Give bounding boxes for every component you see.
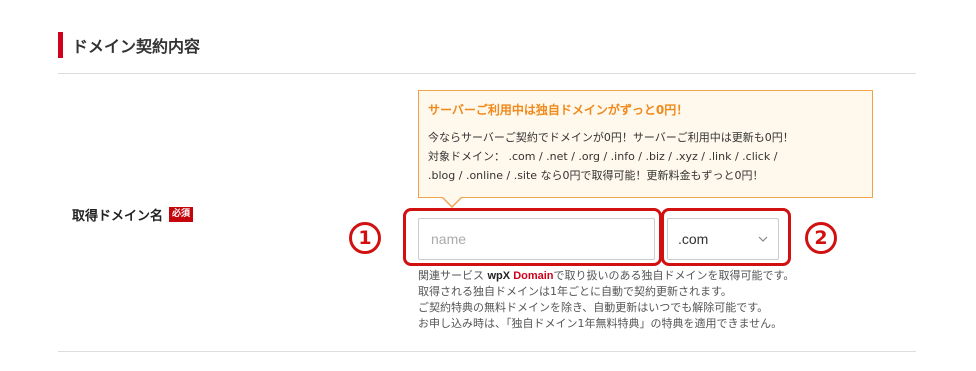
help-line-1-prefix: 関連サービス — [418, 269, 484, 282]
help-line-1-suffix: で取り扱いのある独自ドメインを取得可能です。 — [553, 269, 795, 282]
section-header: ドメイン契約内容 — [58, 32, 200, 58]
domain-name-input[interactable] — [418, 218, 655, 260]
section-accent-bar — [58, 32, 63, 58]
section-title: ドメイン契約内容 — [72, 37, 201, 56]
bottom-divider — [58, 351, 916, 352]
help-line-4: お申し込み時は、「独自ドメイン1年無料特典」の特典を適用できません。 — [418, 317, 783, 330]
help-text: 関連サービス wpX Domainで取り扱いのある独自ドメインを取得可能です。 … — [418, 268, 888, 332]
field-label-text: 取得ドメイン名 — [72, 209, 164, 224]
help-line-3: ご契約特典の無料ドメインを除き、自動更新はいつでも解除可能です。 — [418, 301, 769, 314]
domain-contract-form: ドメイン契約内容 取得ドメイン名 必須 サーバーご利用中は独自ドメインがずっと0… — [0, 0, 976, 371]
tooltip-line-1: 今ならサーバーご契約でドメインが0円！サーバーご利用中は更新も0円！ — [428, 131, 794, 144]
annotation-marker-1: 1 — [349, 222, 381, 254]
wpx-domain-logo: wpX Domain — [488, 270, 554, 282]
tooltip-title: サーバーご利用中は独自ドメインがずっと0円！ — [428, 103, 689, 117]
top-divider — [58, 73, 916, 74]
tooltip-line-3: .blog / .online / .site なら0円で取得可能！更新料金もず… — [428, 169, 764, 182]
chevron-down-icon — [758, 236, 768, 242]
help-line-2: 取得される独自ドメインは1年ごとに自動で契約更新されます。 — [418, 285, 732, 298]
tooltip-tail-fill — [442, 196, 462, 206]
wpx-logo-text: wpX — [487, 270, 511, 282]
required-badge: 必須 — [169, 207, 194, 222]
promo-tooltip: サーバーご利用中は独自ドメインがずっと0円！ 今ならサーバーご契約でドメインが0… — [418, 90, 873, 208]
tooltip-line-2: 対象ドメイン： .com / .net / .org / .info / .bi… — [428, 150, 778, 163]
tld-selected-value: .com — [678, 231, 709, 247]
field-label: 取得ドメイン名 必須 — [72, 205, 194, 224]
domain-logo-text: Domain — [513, 270, 554, 282]
tld-select[interactable]: .com — [667, 218, 779, 260]
help-line-1: 関連サービス wpX Domainで取り扱いのある独自ドメインを取得可能です。 — [418, 268, 888, 284]
annotation-marker-2: 2 — [805, 222, 837, 254]
